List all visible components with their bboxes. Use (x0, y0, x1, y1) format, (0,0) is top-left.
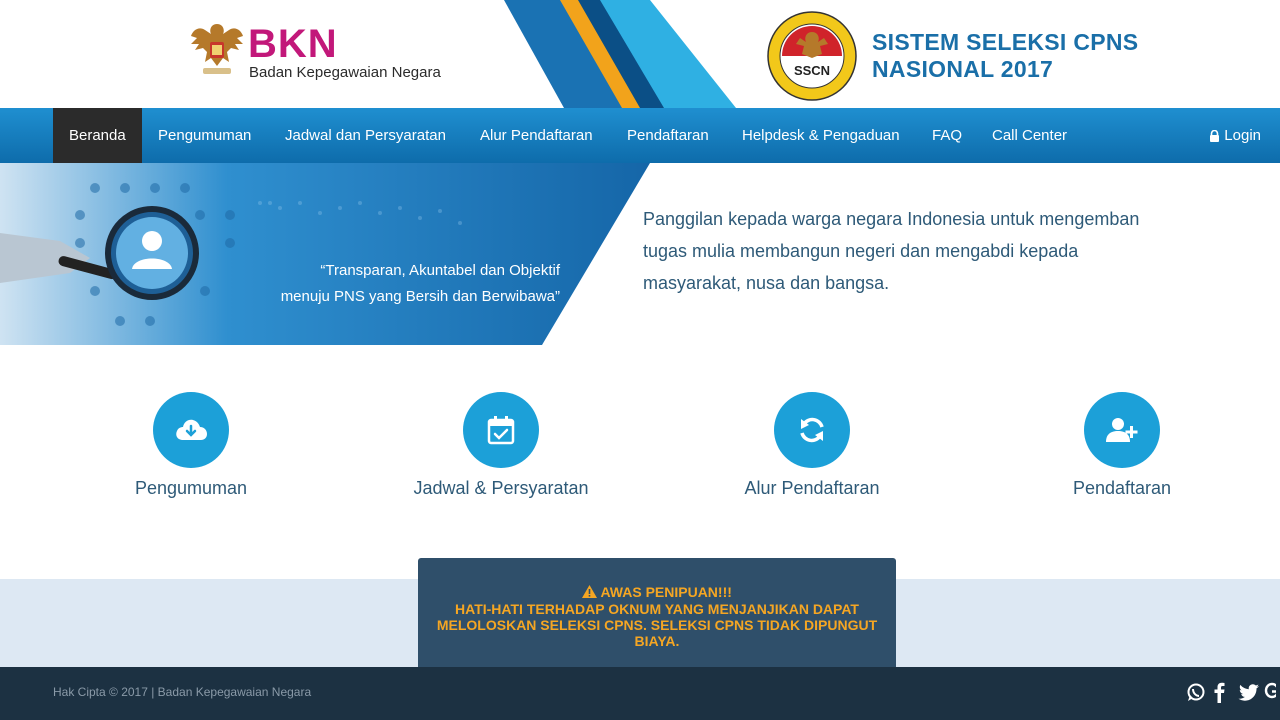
feature-circle[interactable] (1084, 392, 1160, 468)
feature-circle[interactable] (463, 392, 539, 468)
banner-quote-line2: menuju PNS yang Bersih dan Berwibawa” (280, 288, 560, 305)
nav-item-pengumuman[interactable]: Pengumuman (158, 108, 251, 163)
nav-item-pendaftaran[interactable]: Pendaftaran (627, 108, 709, 163)
calendar-check-icon (487, 416, 515, 445)
feature-pendaftaran[interactable]: Pendaftaran (1012, 392, 1232, 499)
site-footer: Hak Cipta © 2017 | Badan Kepegawaian Neg… (0, 667, 1280, 720)
nav-item-faq[interactable]: FAQ (932, 108, 962, 163)
banner-description: Panggilan kepada warga negara Indonesia … (643, 203, 1183, 299)
feature-jadwal[interactable]: Jadwal & Persyaratan (391, 392, 611, 499)
main-navbar: Beranda Pengumuman Jadwal dan Persyarata… (0, 108, 1280, 163)
feature-pengumuman[interactable]: Pengumuman (81, 392, 301, 499)
feature-alur[interactable]: Alur Pendaftaran (702, 392, 922, 499)
whatsapp-icon[interactable] (1186, 681, 1206, 703)
garuda-emblem-icon (191, 24, 243, 74)
banner-quote: “Transparan, Akuntabel dan Objektif menu… (240, 258, 560, 310)
seal-text: SSCN (794, 63, 830, 78)
system-title-line1: SISTEM SELEKSI CPNS (872, 29, 1139, 55)
warning-title-text: AWAS PENIPUAN!!! (600, 584, 732, 600)
banner-quote-line1: “Transparan, Akuntabel dan Objektif (320, 262, 560, 279)
nav-item-call-center[interactable]: Call Center (992, 108, 1067, 163)
warning-body: HATI-HATI TERHADAP OKNUM YANG MENJANJIKA… (418, 601, 896, 649)
warning-title: AWAS PENIPUAN!!! (418, 584, 896, 600)
system-title-line2: NASIONAL 2017 (872, 56, 1054, 82)
warning-line3: BIAYA. (634, 633, 680, 649)
site-header: BKN Badan Kepegawaian Negara SSCN SISTEM… (0, 0, 1280, 108)
warning-icon (582, 585, 598, 598)
facebook-icon[interactable] (1212, 681, 1232, 703)
banner-text-line1: Panggilan kepada warga negara Indonesia … (643, 209, 1140, 229)
system-title: SISTEM SELEKSI CPNS NASIONAL 2017 (872, 29, 1138, 83)
warning-line2: MELOLOSKAN SELEKSI CPNS. SELEKSI CPNS TI… (436, 617, 878, 633)
banner-text-line2: tugas mulia membangun negeri dan mengabd… (643, 241, 1079, 261)
login-label: Login (1224, 127, 1261, 144)
google-plus-icon[interactable] (1264, 681, 1276, 703)
sscn-seal-icon: SSCN (767, 11, 857, 101)
login-link[interactable]: Login (1209, 108, 1261, 163)
copyright-text: Hak Cipta © 2017 | Badan Kepegawaian Neg… (53, 685, 312, 699)
feature-circle[interactable] (153, 392, 229, 468)
feature-circle[interactable] (774, 392, 850, 468)
user-plus-icon (1106, 418, 1138, 442)
nav-item-jadwal[interactable]: Jadwal dan Persyaratan (285, 108, 446, 163)
cloud-download-icon (176, 419, 207, 440)
fraud-warning-box: AWAS PENIPUAN!!! HATI-HATI TERHADAP OKNU… (418, 558, 896, 667)
refresh-icon (800, 417, 824, 443)
banner-text-line3: masyarakat, nusa dan bangsa. (643, 273, 890, 293)
org-full-name: Badan Kepegawaian Negara (249, 64, 441, 81)
nav-item-alur[interactable]: Alur Pendaftaran (480, 108, 593, 163)
warning-line1: HATI-HATI TERHADAP OKNUM YANG MENJANJIKA… (455, 601, 859, 617)
hero-banner: “Transparan, Akuntabel dan Objektif menu… (0, 163, 1280, 345)
feature-label[interactable]: Jadwal & Persyaratan (391, 477, 611, 499)
feature-label[interactable]: Pengumuman (81, 477, 301, 499)
bkn-logo-text: BKN (248, 22, 338, 66)
nav-item-beranda[interactable]: Beranda (53, 108, 142, 163)
twitter-icon[interactable] (1238, 681, 1259, 703)
banner-image (0, 163, 650, 345)
social-links (1186, 681, 1276, 703)
lock-icon (1210, 129, 1220, 142)
decorative-stripe (504, 0, 736, 108)
feature-label[interactable]: Pendaftaran (1012, 477, 1232, 499)
feature-label[interactable]: Alur Pendaftaran (702, 477, 922, 499)
nav-item-helpdesk[interactable]: Helpdesk & Pengaduan (742, 108, 900, 163)
